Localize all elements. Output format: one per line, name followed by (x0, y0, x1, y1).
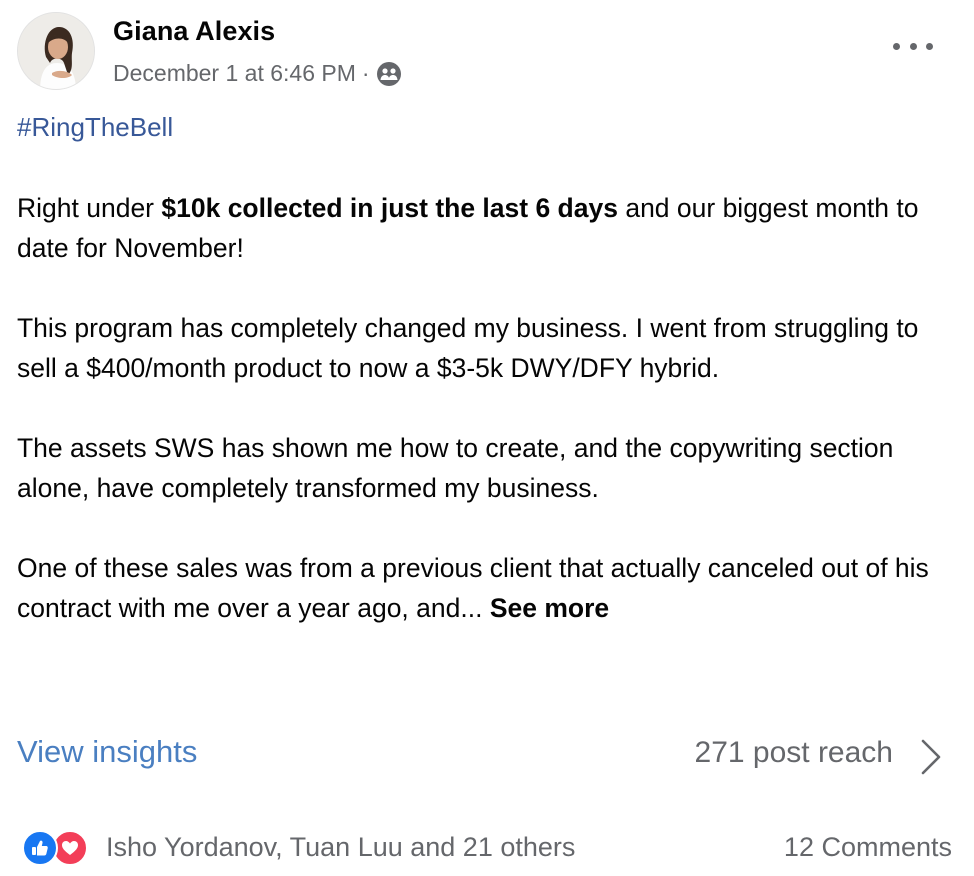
author-avatar[interactable] (17, 12, 95, 90)
see-more-link[interactable]: See more (490, 593, 609, 623)
post-reach[interactable]: 271 post reach (695, 736, 893, 770)
post-timestamp[interactable]: December 1 at 6:46 PM (113, 60, 356, 87)
insights-row: View insights 271 post reach (17, 734, 947, 780)
post-meta: December 1 at 6:46 PM · (113, 60, 402, 87)
group-icon (376, 61, 402, 87)
post-header: Giana Alexis December 1 at 6:46 PM · (17, 12, 957, 94)
reactions-row: Isho Yordanov, Tuan Luu and 21 others 12… (22, 828, 952, 868)
view-insights-link[interactable]: View insights (17, 734, 197, 770)
bold-highlight: $10k collected in just the last 6 days (161, 193, 618, 223)
post-paragraph: This program has completely changed my b… (17, 313, 919, 383)
meta-separator: · (361, 60, 370, 86)
like-reaction-icon (22, 830, 58, 866)
post-paragraph: One of these sales was from a previous c… (17, 553, 929, 623)
chevron-right-icon[interactable] (919, 738, 943, 776)
reaction-icons[interactable] (22, 830, 94, 866)
post-paragraph: Right under $10k collected in just the l… (17, 193, 919, 263)
post-paragraph: The assets SWS has shown me how to creat… (17, 433, 894, 503)
reactors-summary[interactable]: Isho Yordanov, Tuan Luu and 21 others (106, 832, 575, 863)
author-name[interactable]: Giana Alexis (113, 16, 275, 47)
comments-count[interactable]: 12 Comments (784, 832, 952, 863)
hashtag-link[interactable]: #RingTheBell (17, 112, 173, 143)
post-body: Right under $10k collected in just the l… (17, 188, 957, 668)
more-options-icon[interactable] (893, 34, 933, 58)
